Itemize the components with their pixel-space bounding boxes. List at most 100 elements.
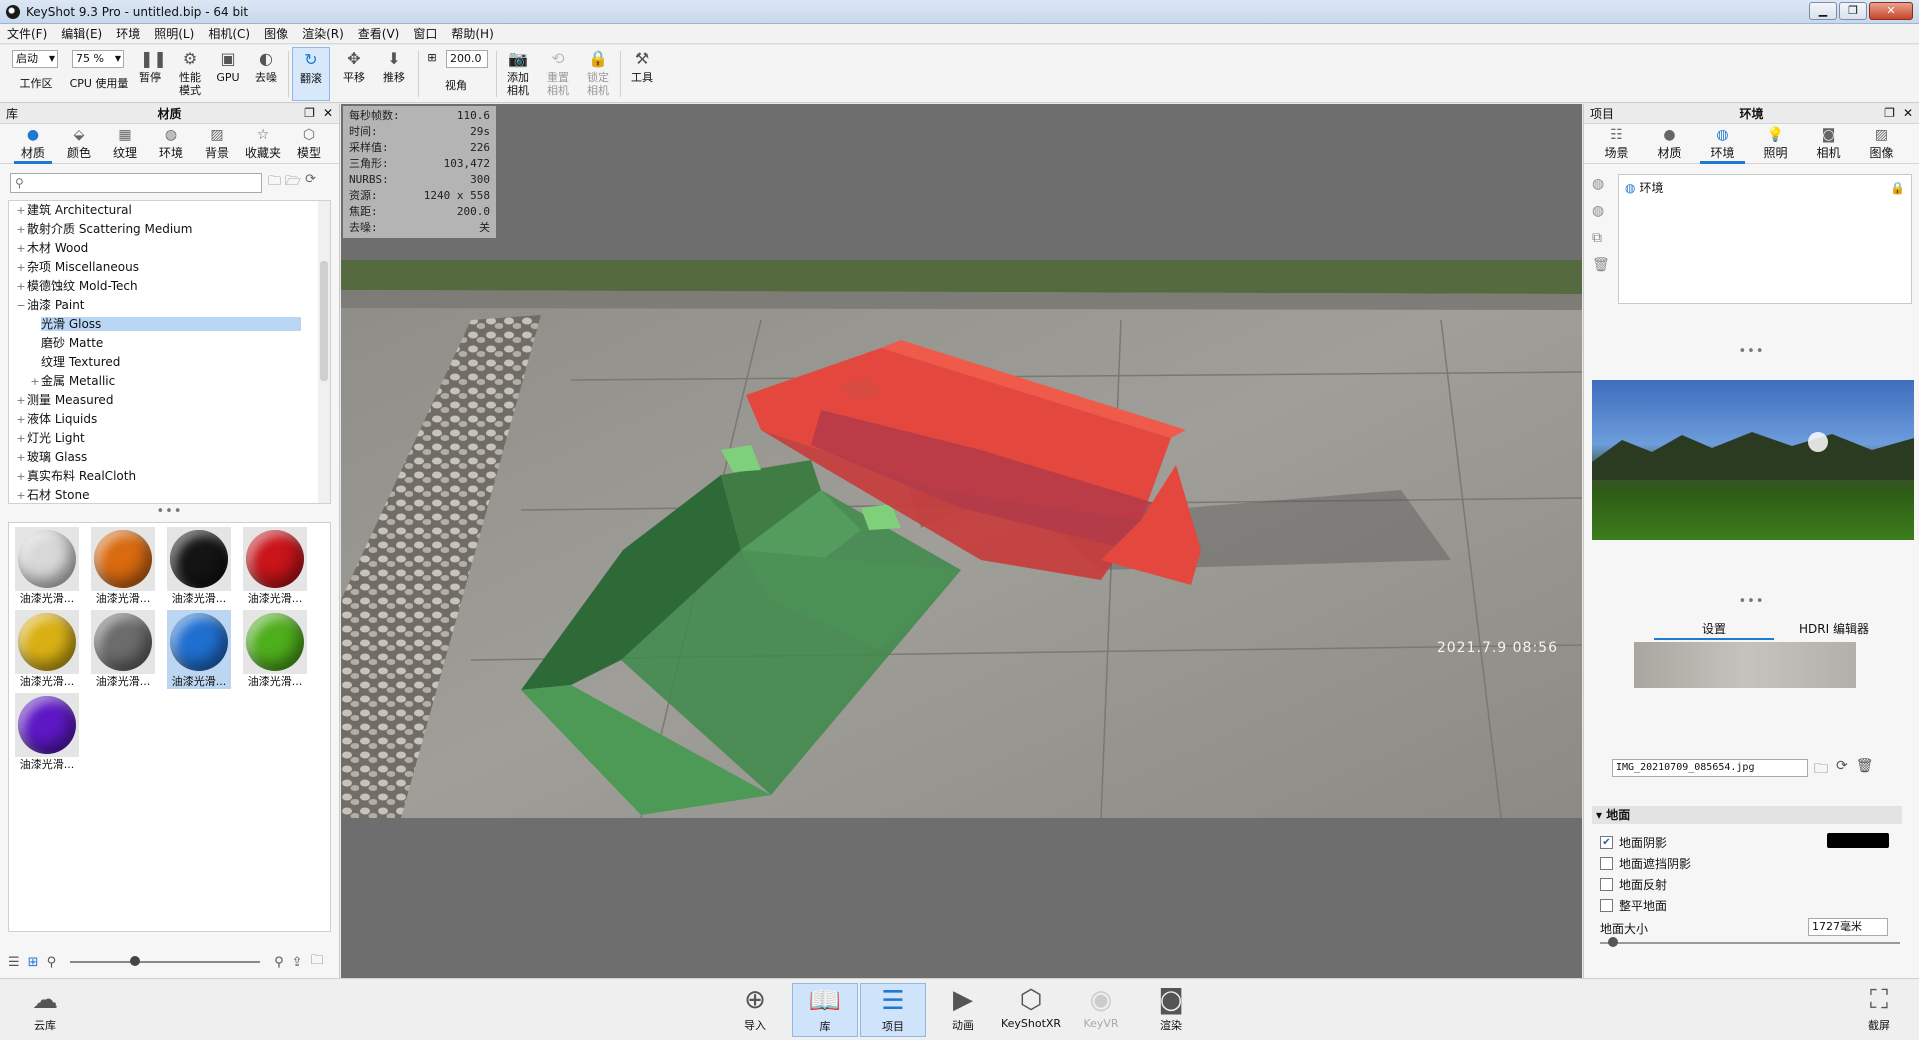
keyshotxr-button[interactable]: ⬡ KeyShotXR [998, 983, 1064, 1037]
tab-textures[interactable]: ▦ 纹理 [102, 124, 148, 163]
dolly-button[interactable]: ⬇ 推移 [376, 47, 412, 84]
tree-expander-icon[interactable]: + [15, 410, 27, 429]
tree-item[interactable]: +玻璃 Glass [9, 448, 330, 467]
thumbnail-size-slider[interactable] [70, 956, 261, 966]
material-thumbnail[interactable]: 油漆光滑... [15, 527, 79, 606]
add-environment-icon[interactable]: ◍ [1592, 176, 1610, 192]
render-scene[interactable] [341, 260, 1582, 819]
menu-lighting[interactable]: 照明(L) [147, 25, 201, 42]
tree-expander-icon[interactable]: + [15, 277, 27, 296]
tree-expander-icon[interactable]: + [15, 220, 27, 239]
menu-image[interactable]: 图像 [257, 25, 295, 42]
tab-models[interactable]: ⬡ 模型 [286, 124, 332, 163]
panel-close-icon[interactable]: ✕ [1903, 106, 1913, 120]
list-view-icon[interactable]: ☰ [8, 955, 20, 970]
menu-camera[interactable]: 相机(C) [201, 25, 257, 42]
tab-lighting[interactable]: 💡 照明 [1749, 124, 1802, 163]
tumble-button[interactable]: ↻ 翻滚 [292, 47, 330, 101]
material-thumbnail[interactable]: 油漆光滑... [243, 610, 307, 689]
tab-colors[interactable]: ⬙ 颜色 [56, 124, 102, 163]
zoom-in-icon[interactable]: ⚲ [274, 955, 284, 970]
tab-favorites[interactable]: ☆ 收藏夹 [240, 124, 286, 163]
tree-expander-icon[interactable]: + [15, 239, 27, 258]
material-thumbnail[interactable]: 油漆光滑... [15, 693, 79, 772]
tree-item[interactable]: +金属 Metallic [9, 372, 330, 391]
add-camera-button[interactable]: 📷 添加 相机 [500, 47, 536, 97]
flatten-ground-checkbox[interactable]: 整平地面 [1600, 897, 1667, 914]
grid-view-icon[interactable]: ⊞ [28, 955, 39, 970]
folder-open-icon[interactable]: 🗀 [268, 172, 281, 194]
tree-expander-icon[interactable]: + [29, 372, 41, 391]
animation-button[interactable]: ▶ 动画 [930, 983, 996, 1037]
keyvr-button[interactable]: ◉ KeyVR [1068, 983, 1134, 1037]
splitter-handle[interactable]: ••• [1584, 345, 1919, 358]
lock-icon[interactable]: 🔒 [1890, 181, 1905, 195]
tree-expander-icon[interactable]: − [15, 296, 27, 315]
pause-button[interactable]: ❚❚ 暂停 [134, 47, 167, 84]
ground-shadow-checkbox[interactable]: ✔ 地面阴影 [1600, 834, 1667, 851]
material-thumbnail[interactable]: 油漆光滑... [91, 610, 155, 689]
tab-backplates[interactable]: ▨ 背景 [194, 124, 240, 163]
gpu-button[interactable]: ▣ GPU [212, 47, 244, 84]
workspace-select[interactable]: 启动 ▼ [12, 50, 58, 68]
tree-expander-icon[interactable]: + [15, 391, 27, 410]
tree-expander-icon[interactable]: + [15, 201, 27, 220]
tree-scrollbar[interactable] [318, 201, 330, 503]
material-thumbnail[interactable]: 油漆光滑... [167, 527, 231, 606]
tree-expander-icon[interactable]: + [15, 258, 27, 277]
screenshot-button[interactable]: ⛶ 截屏 [1846, 983, 1912, 1037]
tree-item[interactable]: +真实布料 RealCloth [9, 467, 330, 486]
material-thumbnail[interactable]: 油漆光滑... [243, 527, 307, 606]
panel-close-icon[interactable]: ✕ [323, 106, 333, 120]
tools-button[interactable]: ⚒ 工具 [624, 47, 660, 84]
undock-icon[interactable]: ❐ [304, 106, 315, 120]
tree-item[interactable]: +散射介质 Scattering Medium [9, 220, 330, 239]
tree-expander-icon[interactable]: + [15, 486, 27, 503]
cloud-upload-icon[interactable]: ⇪ [292, 955, 303, 970]
hdri-preview[interactable] [1592, 380, 1914, 540]
tab-camera[interactable]: ◙ 相机 [1802, 124, 1855, 163]
tree-item[interactable]: +液体 Liquids [9, 410, 330, 429]
tree-expander-icon[interactable]: + [15, 467, 27, 486]
subtab-settings[interactable]: 设置 [1654, 620, 1774, 640]
ground-occlusion-checkbox[interactable]: 地面遮挡阴影 [1600, 855, 1691, 872]
tree-expander-icon[interactable]: + [15, 429, 27, 448]
lock-camera-button[interactable]: 🔒 锁定 相机 [580, 47, 616, 97]
menu-edit[interactable]: 编辑(E) [54, 25, 109, 42]
menu-environment[interactable]: 环境 [109, 25, 147, 42]
tree-item[interactable]: +杂项 Miscellaneous [9, 258, 330, 277]
pan-button[interactable]: ✥ 平移 [336, 47, 372, 84]
tree-item[interactable]: 纹理 Textured [9, 353, 330, 372]
menu-help[interactable]: 帮助(H) [444, 25, 500, 42]
ground-size-input[interactable]: 1727毫米 [1808, 918, 1888, 936]
ground-shadow-color-swatch[interactable] [1827, 833, 1889, 848]
duplicate-environment-icon[interactable]: ◍ [1592, 203, 1610, 219]
subtab-hdri-editor[interactable]: HDRI 编辑器 [1774, 620, 1894, 640]
refresh-icon[interactable]: ⟳ [305, 172, 316, 194]
render-viewport[interactable]: 每秒帧数: 110.6 时间: 29s 采样值: 226 三角形: 103,472 NURBS:… [341, 104, 1582, 978]
library-search-input[interactable]: ⚲ [10, 173, 262, 193]
tree-item[interactable]: 磨砂 Matte [9, 334, 330, 353]
undock-icon[interactable]: ❐ [1884, 106, 1895, 120]
tree-item[interactable]: −油漆 Paint [9, 296, 330, 315]
tab-environments[interactable]: ◍ 环境 [148, 124, 194, 163]
zoom-out-icon[interactable]: ⚲ [47, 955, 57, 970]
material-thumbnail[interactable]: 油漆光滑... [15, 610, 79, 689]
tab-environment[interactable]: ◍ 环境 [1696, 124, 1749, 164]
maximize-button[interactable]: ❐ [1839, 2, 1867, 20]
tree-item[interactable]: +石材 Stone [9, 486, 330, 503]
ground-section-header[interactable]: ▾ 地面 [1592, 806, 1902, 824]
tree-item[interactable]: +木材 Wood [9, 239, 330, 258]
tree-item[interactable]: +模德蚀纹 Mold-Tech [9, 277, 330, 296]
library-button[interactable]: 📖 库 [792, 983, 858, 1037]
hdri-file-field[interactable]: IMG_20210709_085654.jpg [1612, 759, 1808, 777]
project-button[interactable]: ☰ 项目 [860, 983, 926, 1037]
folder-icon[interactable]: 🗀 [311, 951, 324, 973]
menu-file[interactable]: 文件(F) [0, 25, 54, 42]
refresh-icon[interactable]: ⟳ [1836, 758, 1848, 782]
import-button[interactable]: ⊕ 导入 [722, 983, 788, 1037]
cloud-library-button[interactable]: ☁ 云库 [12, 983, 78, 1037]
environment-list-item[interactable]: ◍ 环境 🔒 [1619, 175, 1911, 200]
render-button[interactable]: ◙ 渲染 [1138, 983, 1204, 1037]
tree-item[interactable]: +测量 Measured [9, 391, 330, 410]
